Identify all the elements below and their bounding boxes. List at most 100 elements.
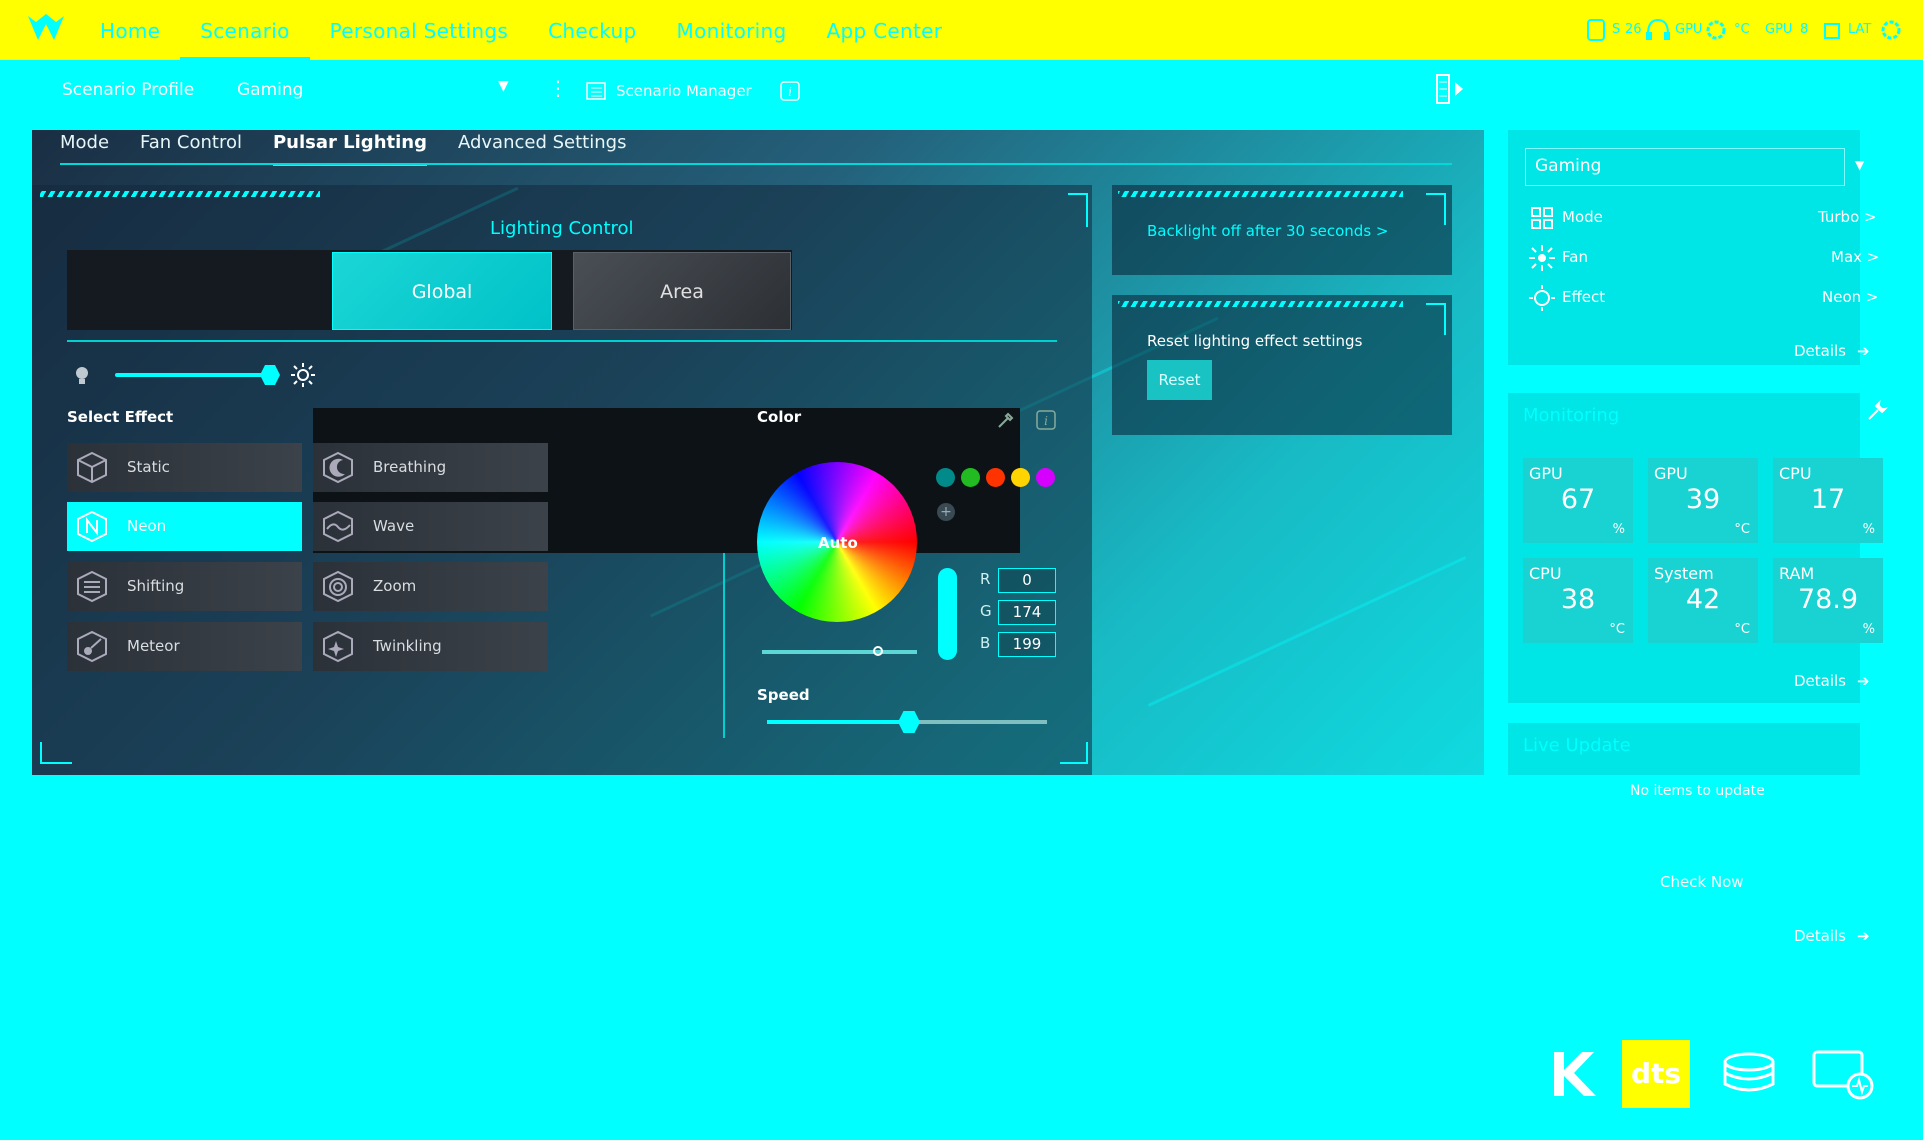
scenario-profile-select[interactable]: Gaming — [237, 80, 303, 100]
nav-monitoring[interactable]: Monitoring — [657, 0, 807, 60]
tile-value: 67 — [1560, 484, 1596, 515]
effect-twinkling[interactable]: Twinkling — [313, 622, 548, 671]
monitor-tile-system-temp: System 42 °C — [1648, 558, 1758, 643]
color-swatch-yellow[interactable] — [1011, 468, 1030, 487]
tile-value: 78.9 — [1797, 584, 1859, 615]
latency-label: LAT — [1848, 22, 1872, 37]
hue-slider[interactable] — [762, 650, 917, 654]
tile-unit: % — [1612, 522, 1625, 537]
effect-breathing[interactable]: Breathing — [313, 443, 548, 492]
backlight-off-link[interactable]: Backlight off after 30 seconds > — [1147, 222, 1388, 240]
chevron-down-icon[interactable]: ▼ — [1855, 158, 1864, 172]
effect-meteor[interactable]: Meteor — [67, 622, 302, 671]
headset-icon — [1646, 18, 1670, 40]
sidebar-mode-value[interactable]: Turbo > — [1818, 208, 1877, 226]
corner-decoration — [40, 742, 72, 764]
color-swatch-red[interactable] — [986, 468, 1005, 487]
nav-personal-settings[interactable]: Personal Settings — [310, 0, 529, 60]
tab-fan-control[interactable]: Fan Control — [140, 130, 257, 162]
killer-k-icon[interactable] — [1540, 1040, 1608, 1108]
tile-title: CPU — [1529, 564, 1562, 583]
predator-logo-icon — [28, 14, 64, 40]
svg-text:i: i — [1044, 414, 1048, 428]
more-options-icon[interactable]: ⋮ — [548, 76, 568, 100]
effect-neon[interactable]: Neon — [67, 502, 302, 551]
nav-scenario[interactable]: Scenario — [180, 0, 310, 60]
sidebar-fan-value[interactable]: Max > — [1831, 248, 1879, 266]
wrench-icon[interactable] — [1866, 400, 1888, 422]
arrow-right-icon[interactable]: ➔ — [1857, 342, 1870, 360]
g-input[interactable]: 174 — [998, 600, 1056, 625]
effect-wave[interactable]: Wave — [313, 502, 548, 551]
sidebar-fan-label: Fan — [1562, 248, 1588, 266]
tile-title: RAM — [1779, 564, 1815, 583]
live-update-details-link[interactable]: Details — [1794, 927, 1846, 945]
effect-shifting[interactable]: Shifting — [67, 562, 302, 611]
gpu-status-value: °C — [1734, 22, 1750, 37]
network-gear-icon[interactable] — [1875, 14, 1907, 46]
gear-cluster-icon — [1706, 20, 1726, 40]
sidebar-profile-value[interactable]: Gaming — [1535, 156, 1601, 176]
dts-icon[interactable]: dts — [1622, 1040, 1690, 1108]
color-swatch-teal[interactable] — [936, 468, 955, 487]
color-swatch-green[interactable] — [961, 468, 980, 487]
live-update-title: Live Update — [1523, 735, 1631, 756]
area-button[interactable]: Area — [573, 252, 791, 330]
brightness-high-icon — [291, 363, 315, 387]
brightness-slider[interactable] — [115, 373, 270, 377]
monitoring-details-link[interactable]: Details — [1794, 672, 1846, 690]
monitor-tile-gpu-temp: GPU 39 °C — [1648, 458, 1758, 543]
nav-app-center[interactable]: App Center — [806, 0, 962, 60]
cpu-status-label: S — [1612, 22, 1621, 37]
corner-decoration — [1068, 193, 1088, 227]
no-items-text: No items to update — [1630, 783, 1765, 799]
chevron-down-icon[interactable]: ▼ — [498, 78, 509, 94]
tile-value: 17 — [1810, 484, 1846, 515]
reset-lighting-title: Reset lighting effect settings — [1147, 332, 1363, 350]
sidebar-effect-value[interactable]: Neon > — [1822, 288, 1878, 306]
info-icon[interactable]: i — [780, 81, 800, 101]
scenario-manager-icon[interactable] — [585, 80, 607, 102]
speed-slider-fill — [767, 720, 907, 724]
effect-static[interactable]: Static — [67, 443, 302, 492]
tile-value: 39 — [1685, 484, 1721, 515]
speed-label: Speed — [757, 686, 810, 704]
effect-sun-icon — [1529, 285, 1555, 311]
sidebar-toggle-icon[interactable] — [1435, 72, 1469, 106]
monitor-tile-cpu-load: CPU 17 % — [1773, 458, 1883, 543]
tile-unit: % — [1862, 622, 1875, 637]
tile-title: GPU — [1654, 464, 1688, 483]
nav-checkup[interactable]: Checkup — [528, 0, 656, 60]
effect-label: Twinkling — [373, 637, 442, 655]
b-input[interactable]: 199 — [998, 632, 1056, 657]
check-now-button[interactable]: Check Now — [1660, 873, 1744, 891]
eyedropper-icon[interactable] — [996, 410, 1016, 430]
summary-details-link[interactable]: Details — [1794, 342, 1846, 360]
reset-button[interactable]: Reset — [1147, 360, 1212, 400]
storage-icon[interactable] — [1715, 1040, 1783, 1108]
hue-slider-handle[interactable] — [873, 646, 883, 656]
gpu-load-value: 8 — [1800, 22, 1809, 37]
nav-home[interactable]: Home — [80, 0, 180, 60]
monitor-icon[interactable] — [1808, 1040, 1876, 1108]
add-color-icon[interactable]: + — [937, 503, 955, 521]
color-swatch-purple[interactable] — [1036, 468, 1055, 487]
tab-pulsar-lighting[interactable]: Pulsar Lighting — [272, 130, 442, 166]
r-label: R — [980, 570, 991, 588]
arrow-right-icon[interactable]: ➔ — [1857, 672, 1870, 690]
r-input[interactable]: 0 — [998, 568, 1056, 593]
effect-zoom[interactable]: Zoom — [313, 562, 548, 611]
monitor-tile-gpu-load: GPU 67 % — [1523, 458, 1633, 543]
effect-label: Zoom — [373, 577, 417, 595]
monitoring-card — [1508, 393, 1860, 703]
tab-advanced-settings[interactable]: Advanced Settings — [458, 130, 641, 162]
info-icon[interactable]: i — [1036, 410, 1056, 430]
saturation-slider[interactable] — [938, 568, 957, 660]
arrow-right-icon[interactable]: ➔ — [1857, 927, 1870, 945]
monitoring-title: Monitoring — [1523, 405, 1620, 426]
tab-mode[interactable]: Mode — [60, 130, 124, 162]
global-button[interactable]: Global — [332, 252, 552, 330]
scenario-manager-link[interactable]: Scenario Manager — [616, 82, 752, 100]
tile-unit: °C — [1609, 622, 1625, 637]
hatch-decoration — [40, 191, 320, 197]
